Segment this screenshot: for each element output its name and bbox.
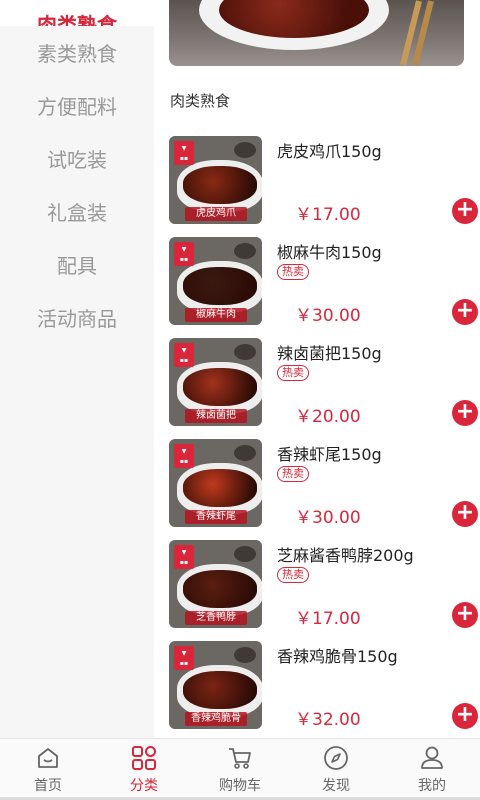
tab-home[interactable]: 首页 [0, 739, 96, 800]
add-to-cart-button[interactable]: + [452, 299, 478, 325]
brand-logo-icon: ▼ ▪▪ [174, 646, 194, 670]
product-image[interactable]: ▼ ▪▪ 香辣虾尾 [169, 439, 262, 527]
home-icon [35, 745, 61, 771]
brand-logo-icon: ▼ ▪▪ [174, 444, 194, 468]
product-image-caption: 香辣鸡脆骨 [185, 712, 247, 726]
hot-sale-badge: 热卖 [277, 365, 309, 381]
product-image-caption: 辣卤菌把 [185, 409, 247, 423]
sidebar-item-promotion[interactable]: 活动商品 [0, 291, 154, 344]
tab-cart[interactable]: 购物车 [192, 739, 288, 800]
tab-label: 购物车 [219, 778, 261, 794]
product-image-caption: 椒麻牛肉 [185, 308, 247, 322]
plus-icon: + [455, 197, 475, 222]
user-icon [419, 745, 445, 771]
product-item[interactable]: ▼ ▪▪ 香辣鸡脆骨 香辣鸡脆骨150g ￥32.00 + [169, 641, 478, 730]
category-icon [131, 745, 157, 771]
add-to-cart-button[interactable]: + [452, 198, 478, 224]
sidebar-item-vegetarian[interactable]: 素类熟食 [0, 26, 154, 79]
product-image[interactable]: ▼ ▪▪ 椒麻牛肉 [169, 237, 262, 325]
sidebar-item-label: 肉类熟食 [37, 13, 117, 26]
tab-label: 发现 [322, 778, 350, 794]
sidebar-item-convenience[interactable]: 方便配料 [0, 79, 154, 132]
product-item[interactable]: ▼ ▪▪ 香辣虾尾 香辣虾尾150g 热卖 ￥30.00 + [169, 439, 478, 528]
hot-sale-badge: 热卖 [277, 466, 309, 482]
product-image[interactable]: ▼ ▪▪ 虎皮鸡爪 [169, 136, 262, 224]
product-image[interactable]: ▼ ▪▪ 香辣鸡脆骨 [169, 641, 262, 729]
plus-icon: + [455, 702, 475, 727]
sidebar-item-meat[interactable]: 肉类熟食 [0, 0, 154, 26]
tab-label: 分类 [130, 778, 158, 794]
brand-logo-icon: ▼ ▪▪ [174, 343, 194, 367]
brand-logo-icon: ▼ ▪▪ [174, 141, 194, 165]
hot-sale-badge: 热卖 [277, 567, 309, 583]
product-item[interactable]: ▼ ▪▪ 辣卤菌把 辣卤菌把150g 热卖 ￥20.00 + [169, 338, 478, 427]
product-item[interactable]: ▼ ▪▪ 椒麻牛肉 椒麻牛肉150g 热卖 ￥30.00 + [169, 237, 478, 326]
product-image-caption: 虎皮鸡爪 [185, 207, 247, 221]
cart-icon [227, 745, 253, 771]
tab-label: 我的 [418, 778, 446, 794]
product-image-caption: 芝香鸭脖 [185, 611, 247, 625]
product-price: ￥30.00 [295, 306, 361, 326]
tab-category[interactable]: 分类 [96, 739, 192, 800]
tab-mine[interactable]: 我的 [384, 739, 480, 800]
sidebar-item-utensils[interactable]: 配具 [0, 238, 154, 291]
compass-icon [323, 745, 349, 771]
product-list-panel[interactable]: 肉类熟食 ▼ ▪▪ 虎皮鸡爪 虎皮鸡爪150g ￥17.00 + ▼ ▪▪ 椒麻牛肉 椒麻牛肉15… [154, 0, 480, 738]
add-to-cart-button[interactable]: + [452, 501, 478, 527]
product-name[interactable]: 辣卤菌把150g [277, 340, 382, 364]
product-item[interactable]: ▼ ▪▪ 芝香鸭脖 芝麻酱香鸭脖200g 热卖 ￥17.00 + [169, 540, 478, 629]
product-price: ￥17.00 [295, 609, 361, 629]
product-price: ￥30.00 [295, 508, 361, 528]
product-name[interactable]: 香辣虾尾150g [277, 441, 382, 465]
product-image-caption: 香辣虾尾 [185, 510, 247, 524]
sidebar-item-label: 素类熟食 [37, 42, 117, 66]
plus-icon: + [455, 399, 475, 424]
sidebar-item-label: 方便配料 [37, 95, 117, 119]
category-sidebar: 肉类熟食 素类熟食 方便配料 试吃装 礼盒装 配具 活动商品 [0, 0, 154, 738]
product-item[interactable]: ▼ ▪▪ 虎皮鸡爪 虎皮鸡爪150g ￥17.00 + [169, 136, 478, 225]
category-banner-image[interactable] [169, 0, 464, 66]
sidebar-item-giftbox[interactable]: 礼盒装 [0, 185, 154, 238]
tab-label: 首页 [34, 778, 62, 794]
bottom-tab-bar: 首页 分类 购物车 发现 我的 [0, 738, 480, 800]
sidebar-item-label: 活动商品 [37, 307, 117, 331]
product-name[interactable]: 椒麻牛肉150g [277, 239, 382, 263]
product-image[interactable]: ▼ ▪▪ 辣卤菌把 [169, 338, 262, 426]
add-to-cart-button[interactable]: + [452, 703, 478, 729]
tab-discover[interactable]: 发现 [288, 739, 384, 800]
plus-icon: + [455, 601, 475, 626]
product-name[interactable]: 芝麻酱香鸭脖200g [277, 542, 414, 566]
section-title: 肉类熟食 [170, 92, 231, 110]
sidebar-item-label: 试吃装 [47, 148, 107, 172]
plus-icon: + [455, 298, 475, 323]
product-price: ￥17.00 [295, 205, 361, 225]
add-to-cart-button[interactable]: + [452, 400, 478, 426]
plus-icon: + [455, 500, 475, 525]
sidebar-item-trial[interactable]: 试吃装 [0, 132, 154, 185]
product-price: ￥20.00 [295, 407, 361, 427]
hot-sale-badge: 热卖 [277, 264, 309, 280]
brand-logo-icon: ▼ ▪▪ [174, 242, 194, 266]
sidebar-item-label: 礼盒装 [47, 201, 107, 225]
sidebar-item-label: 配具 [57, 254, 97, 278]
product-price: ￥32.00 [295, 710, 361, 730]
product-name[interactable]: 香辣鸡脆骨150g [277, 643, 398, 667]
product-name[interactable]: 虎皮鸡爪150g [277, 138, 382, 162]
brand-logo-icon: ▼ ▪▪ [174, 545, 194, 569]
add-to-cart-button[interactable]: + [452, 602, 478, 628]
product-image[interactable]: ▼ ▪▪ 芝香鸭脖 [169, 540, 262, 628]
